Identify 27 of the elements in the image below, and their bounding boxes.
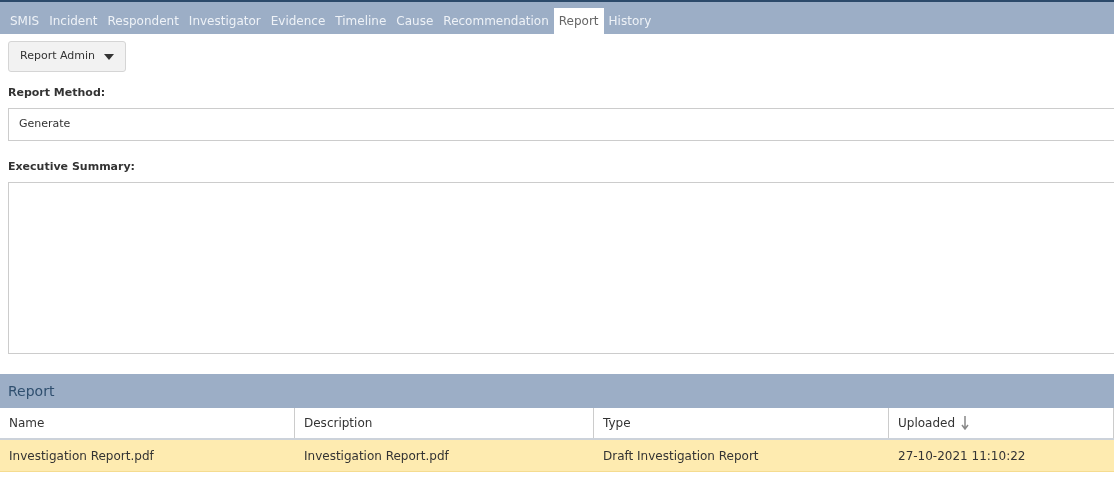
table-row[interactable]: Investigation Report.pdf Investigation Report.pdf Draft Investigation Report 27-10-2021 11:10:22 — [0, 440, 1114, 472]
panel-title: Report — [8, 381, 55, 401]
field-label: Executive Summary: — [8, 158, 136, 175]
tab[interactable]: Incident — [44, 8, 103, 34]
tab[interactable]: SMIS — [5, 8, 45, 34]
caret-icon — [104, 53, 115, 60]
report-method-field[interactable]: Generate — [8, 107, 1114, 141]
tab[interactable]: Timeline — [330, 8, 392, 34]
table-cell-text: Investigation Report.pdf — [8, 447, 155, 465]
tab[interactable]: Respondent — [102, 8, 184, 34]
sort-arrow-icon — [961, 416, 970, 430]
tab[interactable]: Evidence — [265, 8, 331, 34]
column-header[interactable]: Name — [0, 408, 295, 438]
tab[interactable]: Investigator — [183, 8, 266, 34]
column-header[interactable]: Uploaded — [889, 408, 1114, 438]
executive-summary-field[interactable] — [8, 182, 1114, 354]
column-header[interactable]: Type — [594, 408, 889, 438]
tab[interactable]: Recommendation — [438, 8, 554, 34]
tab[interactable]: Cause — [391, 8, 439, 34]
tab[interactable]: Report — [553, 8, 604, 34]
table-cell-text: 27-10-2021 11:10:22 — [897, 447, 1027, 465]
column-header[interactable]: Description — [295, 408, 594, 438]
table-cell-text: Investigation Report.pdf — [303, 447, 450, 465]
table-cell-text: Draft Investigation Report — [602, 447, 760, 465]
field-label: Report Method: — [8, 85, 107, 101]
tab[interactable]: History — [603, 8, 657, 34]
report-admin-button[interactable]: Report Admin — [8, 41, 127, 72]
